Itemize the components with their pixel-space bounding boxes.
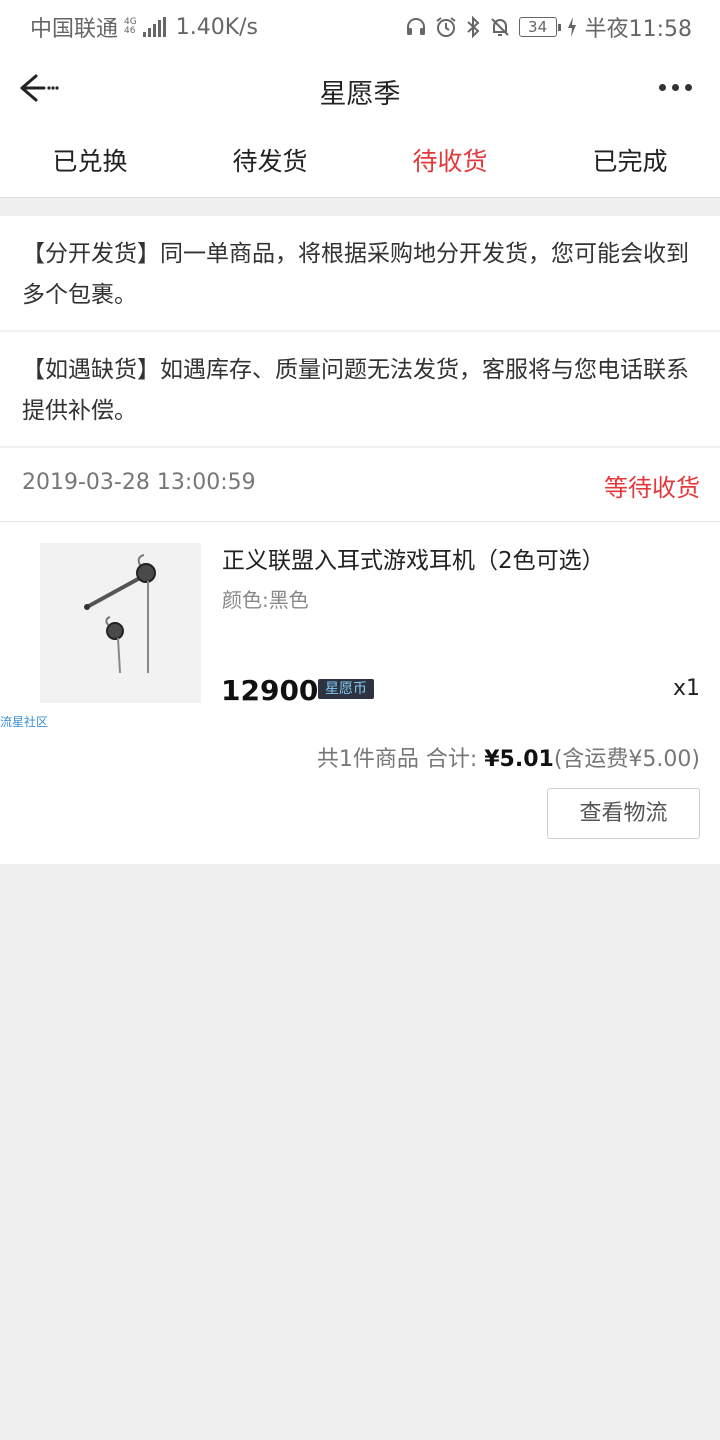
charging-icon — [567, 17, 576, 37]
alarm-icon — [435, 17, 456, 37]
status-bar-right: 34 半夜11:58 — [405, 11, 692, 43]
clock: 半夜11:58 — [584, 17, 692, 42]
product-name[interactable]: 正义联盟入耳式游戏耳机（2色可选） — [222, 541, 605, 575]
battery-level: 34 — [528, 18, 548, 36]
order-status-tabs: 已兑换 待发货 待收货 已完成 — [0, 128, 720, 198]
page-title: 星愿季 — [319, 79, 401, 110]
network-speed: 1.40K/s — [175, 14, 259, 40]
shipping-fee-text: (含运费¥5.00) — [553, 747, 700, 772]
product-quantity: x1 — [672, 676, 700, 701]
network-type: 4G 46 — [124, 17, 137, 36]
order-total: ¥5.01 — [484, 747, 554, 772]
product-spec: 颜色:黑色 — [222, 588, 309, 612]
item-count-text: 共1件商品 合计: — [316, 747, 485, 772]
order-header: 2019-03-28 13:00:59 等待收货 — [0, 448, 720, 522]
order-card: 2019-03-28 13:00:59 等待收货 流星社区 正义联盟入耳式游戏耳… — [0, 448, 720, 864]
tab-to-ship[interactable]: 待发货 — [180, 128, 360, 197]
tab-to-receive[interactable]: 待收货 — [360, 128, 540, 197]
split-shipping-notice: 【分开发货】同一单商品，将根据采购地分开发货，您可能会收到多个包裹。 — [0, 216, 720, 330]
out-of-stock-notice: 【如遇缺货】如遇库存、质量问题无法发货，客服将与您电话联系提供补偿。 — [0, 332, 720, 446]
carrier-name: 中国联通 — [30, 17, 119, 42]
tab-completed[interactable]: 已完成 — [540, 128, 720, 197]
product-image[interactable] — [40, 543, 201, 703]
bluetooth-icon — [466, 16, 480, 38]
battery-icon: 34 — [518, 17, 561, 37]
status-bar: 中国联通 4G 46 1.40K/s 34 半夜11:58 — [0, 0, 720, 50]
status-bar-left: 中国联通 4G 46 1.40K/s — [30, 11, 258, 43]
tab-redeemed[interactable]: 已兑换 — [0, 128, 180, 197]
product-price: 12900 — [221, 674, 319, 707]
order-time: 2019-03-28 13:00:59 — [22, 470, 256, 495]
headset-icon — [406, 18, 425, 35]
currency-badge: 星愿币 — [318, 679, 374, 699]
more-options-icon[interactable] — [659, 84, 692, 91]
signal-icon — [142, 17, 166, 37]
mute-bell-icon — [490, 18, 509, 36]
watermark-text: 流星社区 — [0, 715, 49, 729]
order-status: 等待收货 — [604, 474, 700, 502]
order-summary: 共1件商品 合计: ¥5.01(含运费¥5.00) — [317, 741, 700, 773]
view-logistics-button[interactable]: 查看物流 — [547, 788, 700, 839]
navigation-bar: 星愿季 — [0, 50, 720, 128]
